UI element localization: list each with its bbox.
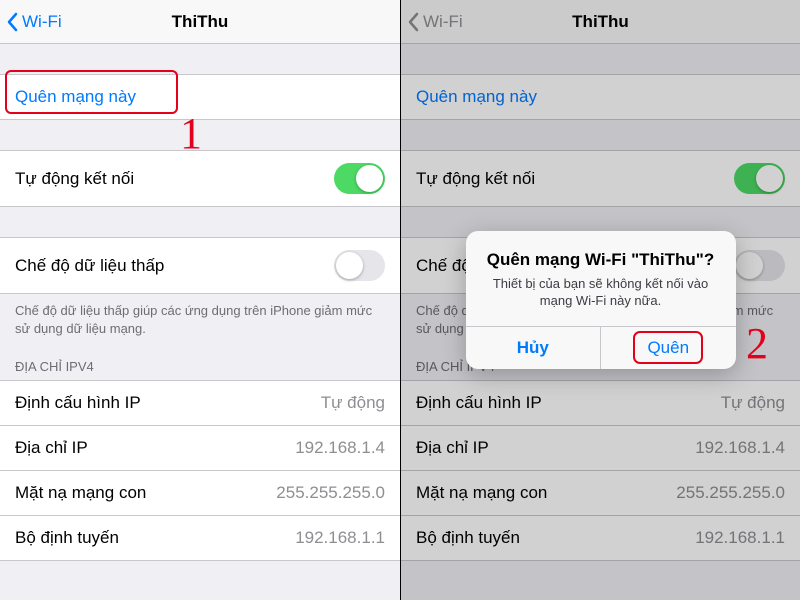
router-row: Bộ định tuyến 192.168.1.1 [0, 516, 400, 561]
alert-message: Thiết bị của bạn sẽ không kết nối vào mạ… [482, 275, 720, 310]
forget-alert: Quên mạng Wi-Fi "ThiThu"? Thiết bị của b… [466, 231, 736, 368]
toggle-knob [336, 252, 363, 279]
subnet-mask-row: Mặt nạ mạng con 255.255.255.0 [0, 471, 400, 516]
alert-confirm-button[interactable]: Quên [600, 327, 736, 369]
low-data-toggle[interactable] [334, 250, 385, 281]
configure-ip-row[interactable]: Định cấu hình IP Tự động [0, 380, 400, 426]
low-data-row: Chế độ dữ liệu thấp [0, 237, 400, 294]
alert-cancel-label: Hủy [517, 338, 549, 357]
auto-join-label: Tự động kết nối [15, 169, 134, 189]
forget-network-label: Quên mạng này [15, 87, 136, 107]
auto-join-row: Tự động kết nối [0, 150, 400, 207]
modal-overlay: Quên mạng Wi-Fi "ThiThu"? Thiết bị của b… [401, 0, 800, 600]
back-button[interactable]: Wi-Fi [0, 12, 62, 32]
subnet-mask-value: 255.255.255.0 [276, 483, 385, 503]
ipv4-list: Định cấu hình IP Tự động Địa chỉ IP 192.… [0, 380, 400, 561]
screenshot-step-2: Wi-Fi ThiThu Quên mạng này Tự động kết n… [400, 0, 800, 600]
router-label: Bộ định tuyến [15, 528, 119, 548]
configure-ip-value: Tự động [321, 393, 385, 413]
subnet-mask-label: Mặt nạ mạng con [15, 483, 146, 503]
ipv4-header: ĐỊA CHỈ IPV4 [0, 343, 400, 380]
low-data-footer: Chế độ dữ liệu thấp giúp các ứng dụng tr… [0, 294, 400, 343]
ip-address-label: Địa chỉ IP [15, 438, 88, 458]
low-data-label: Chế độ dữ liệu thấp [15, 256, 164, 276]
toggle-knob [356, 165, 383, 192]
auto-join-toggle[interactable] [334, 163, 385, 194]
forget-network-button[interactable]: Quên mạng này [0, 74, 400, 120]
chevron-left-icon [6, 12, 18, 32]
back-label: Wi-Fi [22, 12, 62, 32]
ip-address-row: Địa chỉ IP 192.168.1.4 [0, 426, 400, 471]
router-value: 192.168.1.1 [295, 528, 385, 548]
screenshot-step-1: Wi-Fi ThiThu Quên mạng này 1 Tự động kết… [0, 0, 400, 600]
configure-ip-label: Định cấu hình IP [15, 393, 141, 413]
nav-bar: Wi-Fi ThiThu [0, 0, 400, 44]
alert-confirm-label: Quên [647, 338, 689, 357]
ip-address-value: 192.168.1.4 [295, 438, 385, 458]
alert-title: Quên mạng Wi-Fi "ThiThu"? [482, 249, 720, 270]
alert-cancel-button[interactable]: Hủy [466, 327, 601, 369]
